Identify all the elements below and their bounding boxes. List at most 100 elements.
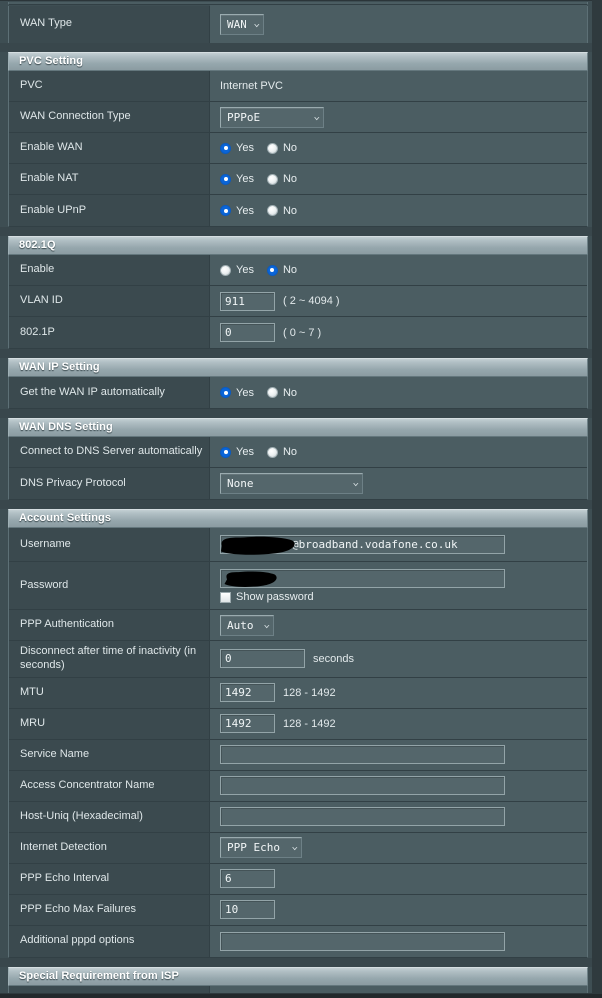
radio-label-no: No xyxy=(282,204,298,217)
value-ppp-echo-interval: 6 xyxy=(210,863,587,894)
label-access-concentrator-name: Access Concentrator Name xyxy=(9,770,210,801)
select-internet-detection[interactable]: PPP Echo ⌄ xyxy=(220,837,302,858)
label-internet-detection: Internet Detection xyxy=(9,832,210,863)
section-header-account-settings: Account Settings xyxy=(8,509,588,528)
label-vlan-id: VLAN ID xyxy=(9,286,210,316)
value-username: @broadband.vodafone.co.uk xyxy=(210,528,587,561)
radio-enable-nat-yes[interactable]: Yes xyxy=(220,173,254,185)
value-service-name xyxy=(210,739,587,770)
radio-enable-8021q-yes[interactable]: Yes xyxy=(220,264,254,276)
label-additional-pppd-options: Additional pppd options xyxy=(9,925,210,957)
row-get-wan-ip-automatically: Get the WAN IP automatically Yes No xyxy=(9,377,587,408)
row-enable-8021q: Enable Yes No xyxy=(9,255,587,286)
input-username[interactable]: @broadband.vodafone.co.uk xyxy=(220,535,505,554)
chevron-down-icon: ⌄ xyxy=(252,18,260,29)
radio-unselected-icon xyxy=(266,446,278,458)
radio-get-wan-ip-automatically-yes[interactable]: Yes xyxy=(220,387,254,399)
input-vlan-id[interactable]: 911 xyxy=(220,291,275,311)
radio-enable-upnp-no[interactable]: No xyxy=(266,204,298,217)
radio-selected-icon xyxy=(220,387,231,398)
label-enable-8021q: Enable xyxy=(9,255,210,285)
radio-unselected-icon xyxy=(266,142,278,154)
label-host-uniq: Host-Uniq (Hexadecimal) xyxy=(9,801,210,832)
value-enable-upnp: Yes No xyxy=(210,195,587,226)
input-ppp-echo-interval[interactable]: 6 xyxy=(220,869,275,888)
value-password: Show password xyxy=(210,562,587,609)
row-mtu: MTU 1492 128 - 1492 xyxy=(9,677,587,709)
row-vlan-id: VLAN ID 911 ( 2 ~ 4094 ) xyxy=(9,286,587,317)
input-access-concentrator-name[interactable] xyxy=(220,776,505,795)
rows-pvc-setting: PVC Internet PVC WAN Connection Type PPPoE ⌄… xyxy=(8,71,588,227)
section-gap xyxy=(0,957,592,967)
input-password[interactable] xyxy=(220,569,505,588)
section-title-special-requirement-isp: Special Requirement from ISP xyxy=(19,969,179,982)
select-ppp-authentication[interactable]: Auto ⌄ xyxy=(220,614,274,636)
value-host-uniq xyxy=(210,801,587,832)
input-ppp-echo-max-failures[interactable]: 10 xyxy=(220,900,275,919)
section-header-wan-ip-setting: WAN IP Setting xyxy=(8,358,588,377)
value-ppp-authentication: Auto ⌄ xyxy=(210,610,587,640)
radio-connect-dns-automatically-no[interactable]: No xyxy=(266,446,297,458)
radio-label-yes: Yes xyxy=(236,264,254,276)
partial-row-special-requirement-isp xyxy=(8,985,588,993)
value-dot1p: 0 ( 0 ~ 7 ) xyxy=(210,317,587,348)
radio-enable-upnp-yes[interactable]: Yes xyxy=(220,205,254,217)
row-host-uniq: Host-Uniq (Hexadecimal) xyxy=(9,801,587,833)
chevron-down-icon: ⌄ xyxy=(351,478,359,488)
show-password-toggle[interactable]: Show password xyxy=(220,591,314,603)
radio-label-yes: Yes xyxy=(236,386,254,399)
redaction-holder-password xyxy=(220,569,505,588)
radio-connect-dns-automatically-yes[interactable]: Yes xyxy=(220,446,254,458)
radio-group-enable-nat: Yes No xyxy=(220,173,297,185)
label-wan-type: WAN Type xyxy=(9,5,210,43)
select-value-wan-type: WAN xyxy=(227,17,246,31)
select-dns-privacy-protocol[interactable]: None ⌄ xyxy=(220,473,363,494)
select-wan-type[interactable]: WAN ⌄ xyxy=(220,13,264,35)
radio-enable-8021q-no[interactable]: No xyxy=(266,264,297,276)
section-header-pvc-setting: PVC Setting xyxy=(8,52,588,71)
value-access-concentrator-name xyxy=(210,770,587,801)
select-wan-connection-type[interactable]: PPPoE ⌄ xyxy=(220,106,324,128)
chevron-down-icon: ⌄ xyxy=(262,619,270,630)
radio-label-no: No xyxy=(282,142,298,154)
label-enable-wan: Enable WAN xyxy=(9,133,210,163)
input-additional-pppd-options[interactable] xyxy=(220,931,505,951)
router-wan-settings-page: WAN Type WAN ⌄ PVC Setting PVC Internet PVC WA… xyxy=(0,0,602,998)
hint-dot1p: ( 0 ~ 7 ) xyxy=(283,326,322,339)
input-mtu[interactable]: 1492 xyxy=(220,683,275,702)
hint-disconnect-inactivity: seconds xyxy=(313,652,354,665)
label-ppp-echo-max-failures: PPP Echo Max Failures xyxy=(9,894,210,925)
radio-enable-wan-no[interactable]: No xyxy=(266,142,298,154)
select-value-dns-privacy-protocol: None xyxy=(227,477,254,490)
label-disconnect-inactivity: Disconnect after time of inactivity (in … xyxy=(9,641,210,677)
radio-group-connect-dns-automatically: Yes No xyxy=(220,446,297,458)
section-account-settings: Account Settings Username @broadband.vodaf… xyxy=(0,509,592,958)
row-disconnect-inactivity: Disconnect after time of inactivity (in … xyxy=(9,641,587,678)
top-wan-type-rows: WAN Type WAN ⌄ xyxy=(8,5,588,43)
input-disconnect-inactivity[interactable]: 0 xyxy=(220,649,305,669)
rows-account-settings: Username @broadband.vodafone.co.uk Passwor… xyxy=(8,528,588,958)
select-value-internet-detection: PPP Echo xyxy=(227,841,280,854)
radio-selected-icon xyxy=(220,142,231,154)
row-service-name: Service Name xyxy=(9,739,587,771)
chevron-down-icon: ⌄ xyxy=(312,111,320,122)
radio-enable-nat-no[interactable]: No xyxy=(266,173,297,185)
section-wan-ip-setting: WAN IP Setting Get the WAN IP automatical… xyxy=(0,358,592,409)
page-bottom-edge xyxy=(0,994,602,998)
show-password-label: Show password xyxy=(236,591,314,603)
input-mru[interactable]: 1492 xyxy=(220,714,275,733)
input-service-name[interactable] xyxy=(220,745,505,764)
row-dot1p: 802.1P 0 ( 0 ~ 7 ) xyxy=(9,317,587,348)
label-mtu: MTU xyxy=(9,677,210,708)
radio-get-wan-ip-automatically-no[interactable]: No xyxy=(266,387,297,399)
label-username: Username xyxy=(9,528,210,561)
value-enable-8021q: Yes No xyxy=(210,255,587,285)
section-title-account-settings: Account Settings xyxy=(19,512,112,524)
row-password: Password Show password xyxy=(9,562,587,610)
radio-enable-wan-yes[interactable]: Yes xyxy=(220,142,254,154)
value-connect-dns-automatically: Yes No xyxy=(210,437,587,467)
input-dot1p[interactable]: 0 xyxy=(220,323,275,342)
value-vlan-id: 911 ( 2 ~ 4094 ) xyxy=(210,286,587,316)
value-get-wan-ip-automatically: Yes No xyxy=(210,377,587,408)
input-host-uniq[interactable] xyxy=(220,807,505,826)
